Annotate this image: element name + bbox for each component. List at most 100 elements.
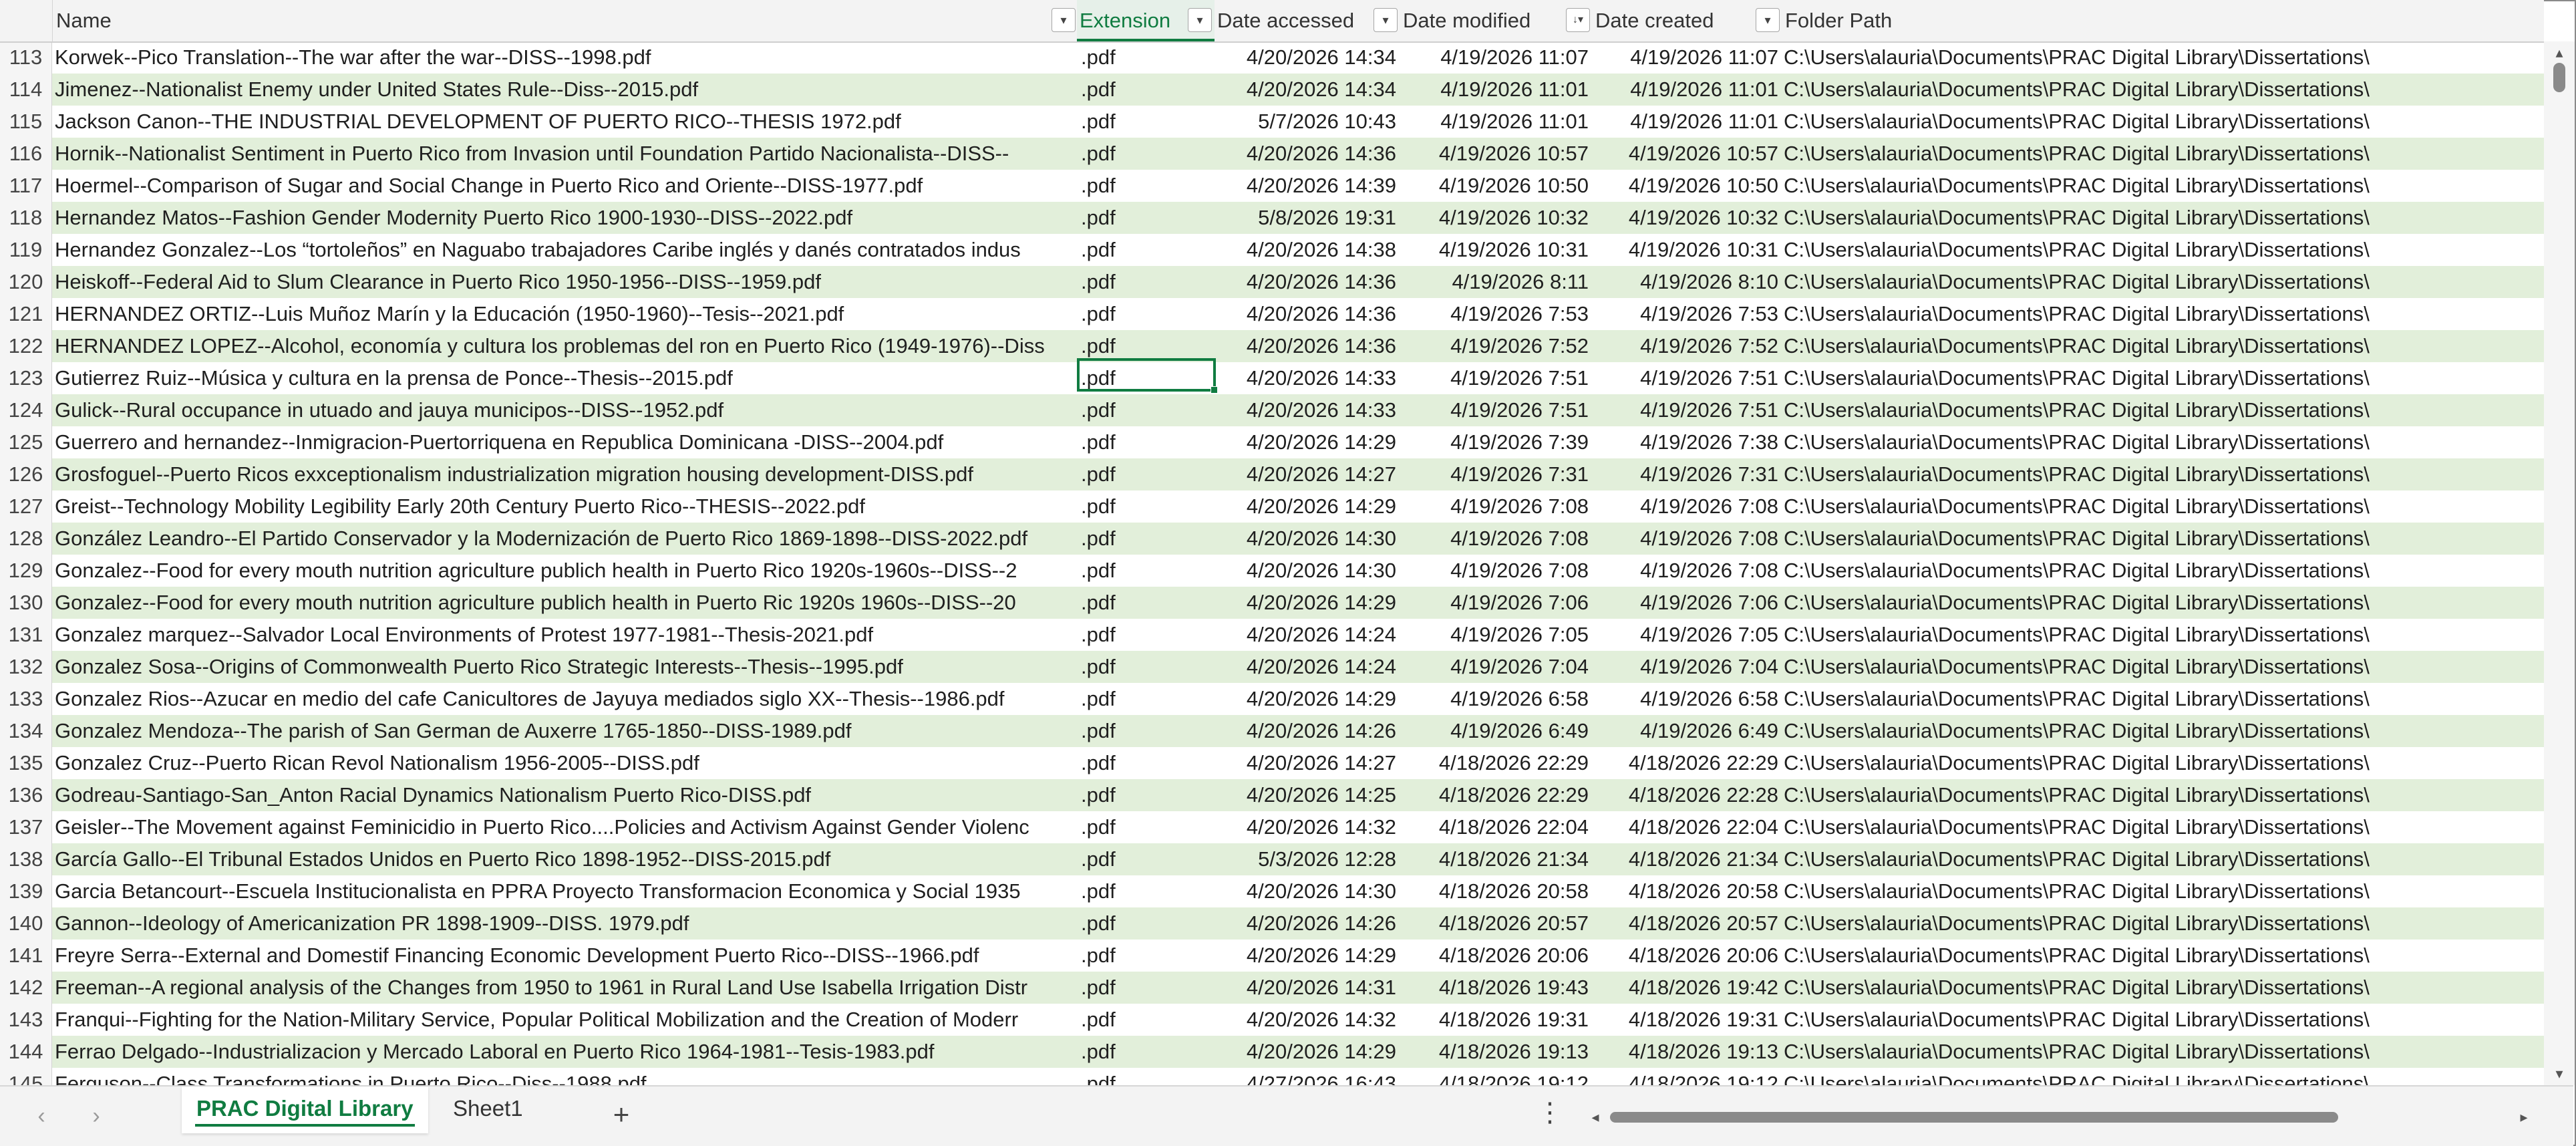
cell-date-created[interactable]: 4/19/2026 11:07 (1593, 41, 1782, 74)
cell-name[interactable]: González Leandro--El Partido Conservador… (53, 523, 1077, 555)
cell-extension[interactable]: .pdf (1077, 298, 1215, 330)
cell-date-accessed[interactable]: 4/20/2026 14:34 (1215, 41, 1400, 74)
cell-date-accessed[interactable]: 4/20/2026 14:36 (1215, 330, 1400, 362)
cell-name[interactable]: Garcia Betancourt--Escuela Institucional… (53, 875, 1077, 907)
cell-folder-path[interactable]: C:\Users\alauria\Documents\PRAC Digital … (1782, 170, 2544, 202)
cell-extension[interactable]: .pdf (1077, 875, 1215, 907)
cell-date-accessed[interactable]: 4/20/2026 14:32 (1215, 1004, 1400, 1036)
cell-date-modified[interactable]: 4/18/2026 19:31 (1400, 1004, 1593, 1036)
cell-date-modified[interactable]: 4/19/2026 7:08 (1400, 523, 1593, 555)
cell-date-created[interactable]: 4/18/2026 20:06 (1593, 940, 1782, 972)
scroll-left-icon[interactable]: ◂ (1587, 1109, 1603, 1125)
cell-folder-path[interactable]: C:\Users\alauria\Documents\PRAC Digital … (1782, 779, 2544, 811)
row-number[interactable]: 133 (0, 683, 52, 715)
cell-date-created[interactable]: 4/18/2026 22:28 (1593, 779, 1782, 811)
row-number[interactable]: 114 (0, 74, 52, 106)
cell-folder-path[interactable]: C:\Users\alauria\Documents\PRAC Digital … (1782, 138, 2544, 170)
cell-name[interactable]: Godreau-Santiago-San_Anton Racial Dynami… (53, 779, 1077, 811)
cell-folder-path[interactable]: C:\Users\alauria\Documents\PRAC Digital … (1782, 747, 2544, 779)
cell-date-modified[interactable]: 4/19/2026 7:08 (1400, 555, 1593, 587)
cell-date-modified[interactable]: 4/19/2026 10:57 (1400, 138, 1593, 170)
cell-date-accessed[interactable]: 5/3/2026 12:28 (1215, 843, 1400, 875)
cell-date-created[interactable]: 4/18/2026 19:42 (1593, 972, 1782, 1004)
cell-extension[interactable]: .pdf (1077, 74, 1215, 106)
cell-folder-path[interactable]: C:\Users\alauria\Documents\PRAC Digital … (1782, 41, 2544, 74)
cell-date-created[interactable]: 4/19/2026 10:32 (1593, 202, 1782, 234)
sheet-grid[interactable]: 113 Korwek--Pico Translation--The war aft… (0, 0, 2544, 1085)
cell-extension[interactable]: .pdf (1077, 651, 1215, 683)
row-number[interactable]: 117 (0, 170, 52, 202)
cell-date-modified[interactable]: 4/19/2026 6:49 (1400, 715, 1593, 747)
cell-name[interactable]: Gonzalez marquez--Salvador Local Environ… (53, 619, 1077, 651)
cell-date-accessed[interactable]: 4/27/2026 16:43 (1215, 1068, 1400, 1085)
row-number[interactable]: 141 (0, 940, 52, 972)
cell-name[interactable]: Greist--Technology Mobility Legibility E… (53, 490, 1077, 523)
cell-date-accessed[interactable]: 4/20/2026 14:32 (1215, 811, 1400, 843)
cell-date-modified[interactable]: 4/19/2026 8:11 (1400, 266, 1593, 298)
cell-date-modified[interactable]: 4/19/2026 11:07 (1400, 41, 1593, 74)
row-number[interactable]: 125 (0, 426, 52, 458)
cell-extension[interactable]: .pdf (1077, 1068, 1215, 1085)
cell-extension[interactable]: .pdf (1077, 234, 1215, 266)
cell-date-accessed[interactable]: 4/20/2026 14:29 (1215, 683, 1400, 715)
cell-extension[interactable]: .pdf (1077, 779, 1215, 811)
cell-name[interactable]: Freeman--A regional analysis of the Chan… (53, 972, 1077, 1004)
tab-sheet1[interactable]: Sheet1 (438, 1087, 538, 1133)
row-number[interactable]: 145 (0, 1068, 52, 1085)
cell-name[interactable]: Gonzalez--Food for every mouth nutrition… (53, 587, 1077, 619)
cell-date-created[interactable]: 4/19/2026 6:49 (1593, 715, 1782, 747)
cell-date-modified[interactable]: 4/19/2026 7:05 (1400, 619, 1593, 651)
cell-date-accessed[interactable]: 4/20/2026 14:27 (1215, 747, 1400, 779)
cell-date-created[interactable]: 4/19/2026 7:06 (1593, 587, 1782, 619)
cell-date-created[interactable]: 4/19/2026 7:08 (1593, 490, 1782, 523)
row-number[interactable]: 134 (0, 715, 52, 747)
cell-folder-path[interactable]: C:\Users\alauria\Documents\PRAC Digital … (1782, 362, 2544, 394)
header-date-created[interactable]: Date created ▾ (1593, 0, 1782, 41)
cell-name[interactable]: Hornik--Nationalist Sentiment in Puerto … (53, 138, 1077, 170)
cell-extension[interactable]: .pdf (1077, 747, 1215, 779)
cell-extension[interactable]: .pdf (1077, 202, 1215, 234)
chevron-left-icon[interactable]: ‹ (27, 1103, 56, 1132)
cell-date-accessed[interactable]: 4/20/2026 14:29 (1215, 1036, 1400, 1068)
cell-folder-path[interactable]: C:\Users\alauria\Documents\PRAC Digital … (1782, 619, 2544, 651)
row-number[interactable]: 120 (0, 266, 52, 298)
cell-date-accessed[interactable]: 4/20/2026 14:33 (1215, 362, 1400, 394)
cell-name[interactable]: García Gallo--El Tribunal Estados Unidos… (53, 843, 1077, 875)
cell-date-created[interactable]: 4/19/2026 6:58 (1593, 683, 1782, 715)
filter-dropdown-icon[interactable]: ▾ (1374, 8, 1398, 32)
cell-folder-path[interactable]: C:\Users\alauria\Documents\PRAC Digital … (1782, 940, 2544, 972)
cell-name[interactable]: Guerrero and hernandez--Inmigracion-Puer… (53, 426, 1077, 458)
add-sheet-icon[interactable]: + (603, 1097, 640, 1135)
cell-date-modified[interactable]: 4/18/2026 20:57 (1400, 907, 1593, 940)
cell-date-modified[interactable]: 4/18/2026 21:34 (1400, 843, 1593, 875)
cell-extension[interactable]: .pdf (1077, 330, 1215, 362)
cell-extension[interactable]: .pdf (1077, 940, 1215, 972)
cell-date-modified[interactable]: 4/19/2026 7:04 (1400, 651, 1593, 683)
cell-extension[interactable]: .pdf (1077, 587, 1215, 619)
cell-date-created[interactable]: 4/19/2026 7:31 (1593, 458, 1782, 490)
cell-name[interactable]: Ferrao Delgado--Industrializacion y Merc… (53, 1036, 1077, 1068)
row-number[interactable]: 130 (0, 587, 52, 619)
vertical-scrollbar[interactable]: ▴ ▾ (2544, 41, 2575, 1085)
cell-name[interactable]: Gonzalez Mendoza--The parish of San Germ… (53, 715, 1077, 747)
cell-name[interactable]: Jimenez--Nationalist Enemy under United … (53, 74, 1077, 106)
cell-extension[interactable]: .pdf (1077, 715, 1215, 747)
cell-date-accessed[interactable]: 5/8/2026 19:31 (1215, 202, 1400, 234)
cell-folder-path[interactable]: C:\Users\alauria\Documents\PRAC Digital … (1782, 298, 2544, 330)
cell-date-accessed[interactable]: 4/20/2026 14:36 (1215, 298, 1400, 330)
cell-date-accessed[interactable]: 4/20/2026 14:25 (1215, 779, 1400, 811)
row-number[interactable]: 137 (0, 811, 52, 843)
cell-date-modified[interactable]: 4/19/2026 11:01 (1400, 74, 1593, 106)
cell-date-created[interactable]: 4/19/2026 7:08 (1593, 555, 1782, 587)
row-number[interactable]: 138 (0, 843, 52, 875)
cell-date-created[interactable]: 4/19/2026 7:53 (1593, 298, 1782, 330)
cell-folder-path[interactable]: C:\Users\alauria\Documents\PRAC Digital … (1782, 651, 2544, 683)
cell-date-accessed[interactable]: 4/20/2026 14:24 (1215, 619, 1400, 651)
cell-date-created[interactable]: 4/19/2026 10:50 (1593, 170, 1782, 202)
cell-date-accessed[interactable]: 4/20/2026 14:26 (1215, 715, 1400, 747)
cell-date-created[interactable]: 4/18/2026 19:31 (1593, 1004, 1782, 1036)
cell-date-created[interactable]: 4/18/2026 22:29 (1593, 747, 1782, 779)
cell-date-accessed[interactable]: 4/20/2026 14:36 (1215, 266, 1400, 298)
filter-dropdown-icon[interactable]: ▾ (1052, 8, 1076, 32)
cell-extension[interactable]: .pdf (1077, 266, 1215, 298)
